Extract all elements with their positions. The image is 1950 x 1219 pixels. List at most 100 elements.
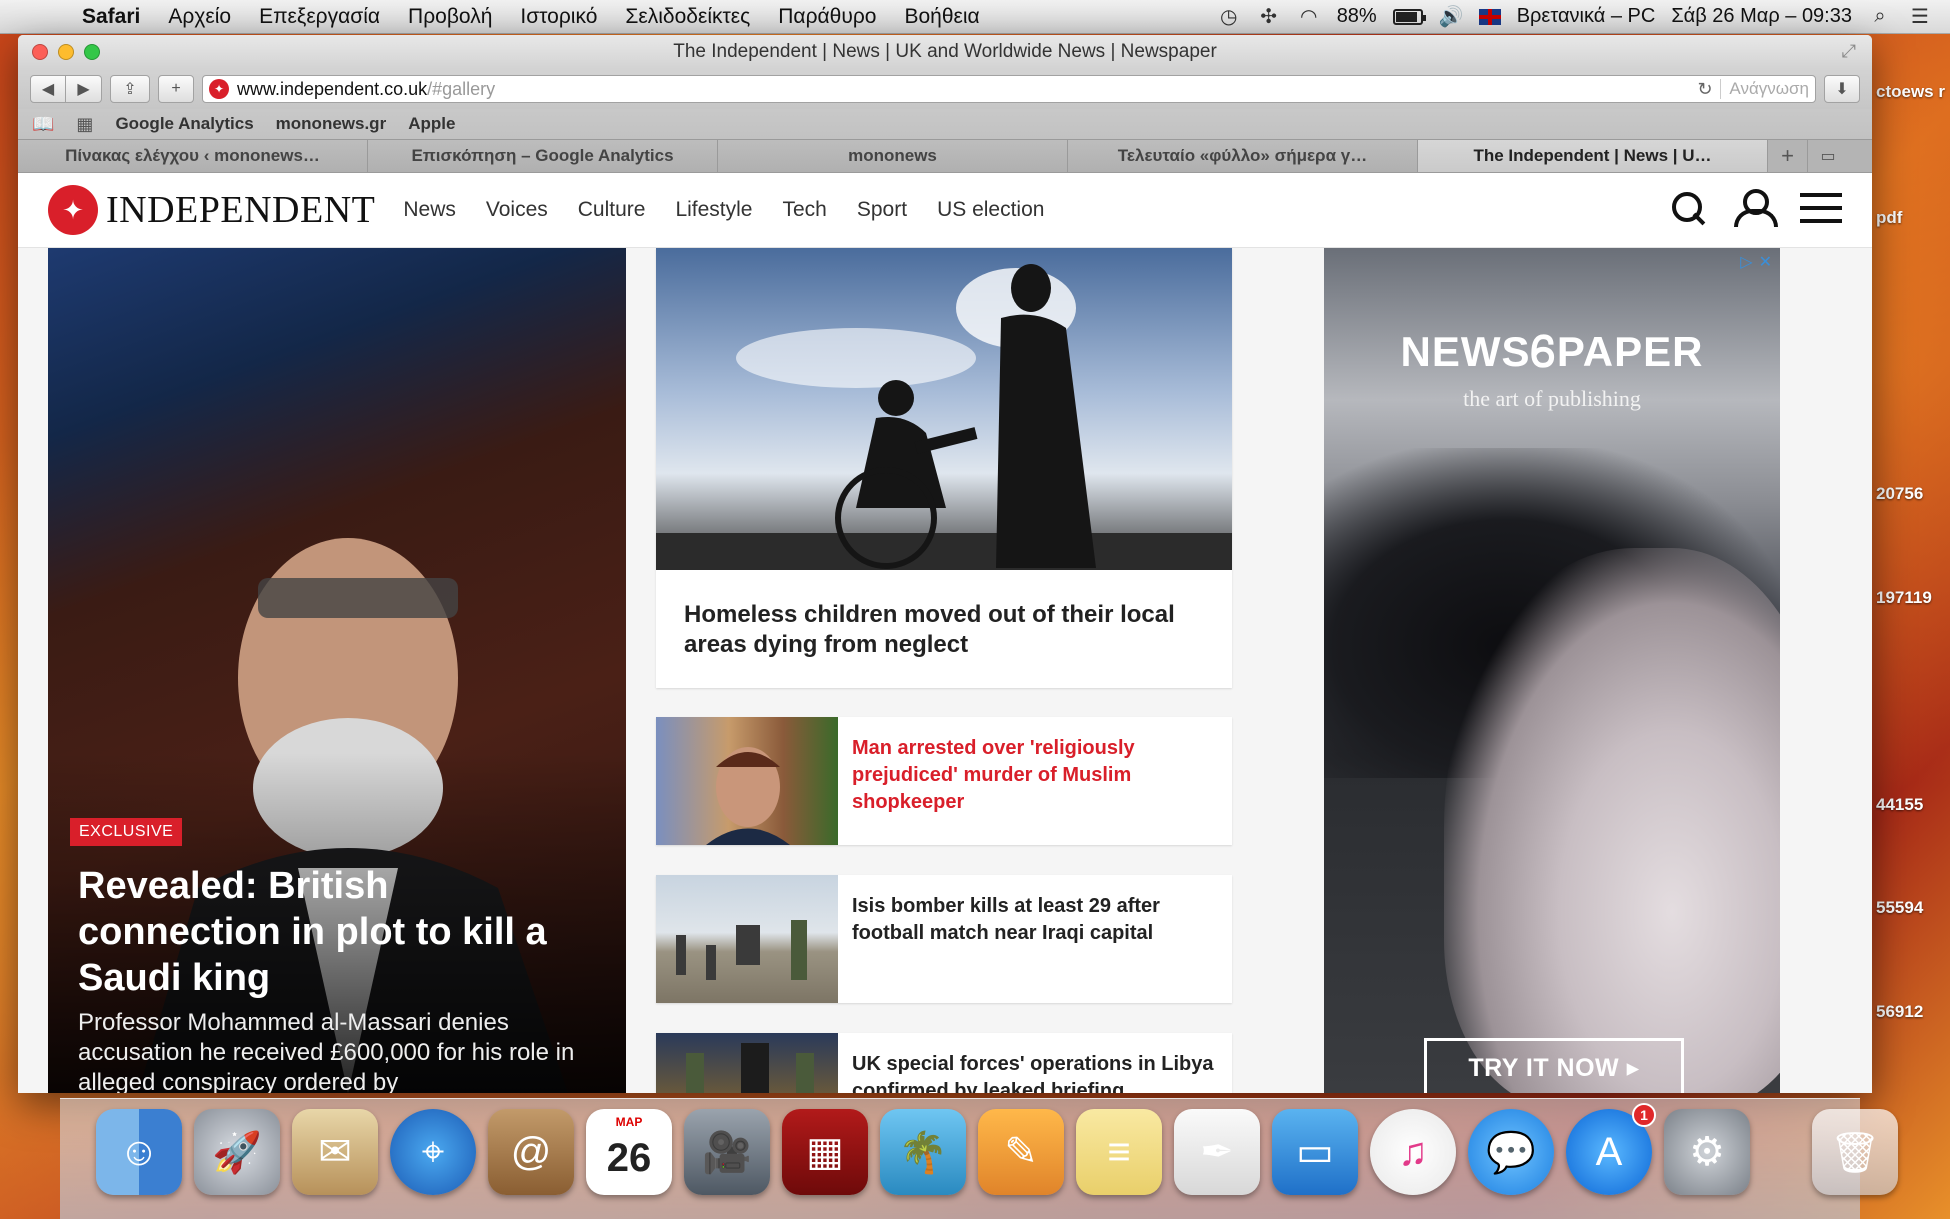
story-card-isis-bomber[interactable]: Isis bomber kills at least 29 after foot…: [656, 875, 1232, 1003]
story-card-homeless[interactable]: Homeless children moved out of their loc…: [656, 248, 1232, 688]
menu-view[interactable]: Προβολή: [408, 5, 492, 29]
battery-percent[interactable]: 88%: [1337, 5, 1377, 28]
nav-tech[interactable]: Tech: [783, 198, 827, 222]
desktop-file-label[interactable]: 56912: [1876, 1002, 1923, 1022]
spotlight-search-icon[interactable]: ⌕: [1868, 5, 1892, 28]
notification-center-icon[interactable]: ☰: [1908, 4, 1932, 29]
safari-icon[interactable]: ⌖: [390, 1109, 476, 1195]
iphoto-icon[interactable]: 🌴: [880, 1109, 966, 1195]
desktop-file-label[interactable]: ctoews r: [1876, 82, 1945, 102]
ad-brand-left: NEWS: [1400, 328, 1531, 375]
downloads-button[interactable]: ⬇: [1824, 75, 1860, 103]
menu-edit[interactable]: Επεξεργασία: [259, 5, 380, 29]
textedit-icon[interactable]: ✒: [1174, 1109, 1260, 1195]
tab-last-paper[interactable]: Τελευταίο «φύλλο» σήμερα γ…: [1068, 140, 1418, 172]
app-store-icon[interactable]: A 1: [1566, 1103, 1656, 1195]
story-headline[interactable]: Homeless children moved out of their loc…: [656, 570, 1232, 690]
time-machine-icon[interactable]: ◷: [1217, 4, 1241, 29]
nav-us-election[interactable]: US election: [937, 198, 1044, 222]
story-headline[interactable]: UK special forces' operations in Libya c…: [838, 1033, 1232, 1093]
tab-independent[interactable]: The Independent | News | U…: [1418, 140, 1768, 172]
ad-cta-button[interactable]: TRY IT NOW ▸: [1424, 1038, 1684, 1093]
ad-close-icon[interactable]: ✕: [1759, 252, 1772, 272]
lead-headline[interactable]: Revealed: British connection in plot to …: [78, 863, 598, 1001]
tab-google-analytics[interactable]: Επισκόπηση – Google Analytics: [368, 140, 718, 172]
menu-history[interactable]: Ιστορικό: [520, 5, 597, 29]
menu-help[interactable]: Βοήθεια: [904, 5, 979, 29]
system-preferences-icon[interactable]: ⚙: [1664, 1109, 1750, 1195]
desktop-file-label[interactable]: 20756: [1876, 484, 1923, 504]
menu-file[interactable]: Αρχείο: [168, 5, 231, 29]
tab-mononews-dashboard[interactable]: Πίνακας ελέγχου ‹ mononews…: [18, 140, 368, 172]
forward-button[interactable]: ▶: [66, 75, 102, 103]
messages-icon[interactable]: 💬: [1468, 1109, 1554, 1195]
trash-icon[interactable]: 🗑: [1812, 1109, 1898, 1195]
desktop-file-label[interactable]: 55594: [1876, 898, 1923, 918]
reading-list-icon[interactable]: 📖: [32, 114, 54, 135]
nav-culture[interactable]: Culture: [578, 198, 646, 222]
site-nav: News Voices Culture Lifestyle Tech Sport…: [403, 198, 1044, 222]
notes-icon[interactable]: ≡: [1076, 1109, 1162, 1195]
itunes-icon[interactable]: ♫: [1370, 1109, 1456, 1195]
tab-bar: Πίνακας ελέγχου ‹ mononews… Επισκόπηση –…: [18, 139, 1872, 173]
pages-icon[interactable]: ✎: [978, 1109, 1064, 1195]
menu-app-name[interactable]: Safari: [82, 5, 140, 29]
bookmark-mononews[interactable]: mononews.gr: [276, 114, 387, 134]
finder-icon[interactable]: ☺: [96, 1109, 182, 1195]
story-headline[interactable]: Man arrested over 'religiously prejudice…: [838, 717, 1232, 845]
facetime-icon[interactable]: 🎥: [684, 1109, 770, 1195]
nav-sport[interactable]: Sport: [857, 198, 907, 222]
bookmark-google-analytics[interactable]: Google Analytics: [115, 114, 253, 134]
title-bar[interactable]: The Independent | News | UK and Worldwid…: [18, 35, 1872, 69]
photo-booth-icon[interactable]: ▦: [782, 1109, 868, 1195]
ad-choices: ▷ ✕: [1740, 252, 1772, 272]
site-logo[interactable]: ✦ INDEPENDENT: [48, 185, 375, 235]
desktop-file-label[interactable]: pdf: [1876, 208, 1902, 228]
calendar-day: 26: [606, 1135, 652, 1180]
wifi-icon[interactable]: ◠: [1297, 4, 1321, 29]
top-sites-icon[interactable]: ▦: [76, 114, 93, 135]
reader-button[interactable]: Ανάγνωση: [1720, 79, 1809, 99]
desktop-file-label[interactable]: 44155: [1876, 795, 1923, 815]
menu-window[interactable]: Παράθυρο: [778, 5, 876, 29]
url-host: www.independent.co.uk: [237, 78, 428, 99]
story-card-libya[interactable]: UK special forces' operations in Libya c…: [656, 1033, 1232, 1093]
bluetooth-icon[interactable]: ✣: [1257, 4, 1281, 29]
tab-overview-icon[interactable]: ▭: [1808, 140, 1848, 172]
keynote-icon[interactable]: ▭: [1272, 1109, 1358, 1195]
back-button[interactable]: ◀: [30, 75, 66, 103]
lead-story[interactable]: EXCLUSIVE Revealed: British connection i…: [48, 248, 626, 1093]
launchpad-icon[interactable]: 🚀: [194, 1109, 280, 1195]
calendar-icon[interactable]: MAP 26: [586, 1109, 672, 1195]
adchoices-icon[interactable]: ▷: [1740, 252, 1752, 272]
reload-icon[interactable]: ↻: [1697, 79, 1712, 100]
address-bar[interactable]: ✦ www.independent.co.uk /#gallery ↻ Ανάγ…: [202, 75, 1816, 103]
volume-icon[interactable]: 🔊: [1439, 4, 1464, 29]
nav-news[interactable]: News: [403, 198, 456, 222]
battery-icon[interactable]: [1392, 8, 1426, 25]
add-tab-icon[interactable]: +: [1768, 140, 1808, 172]
fullscreen-icon[interactable]: ⤢: [1842, 41, 1856, 62]
web-page: ✦ INDEPENDENT News Voices Culture Lifest…: [18, 173, 1872, 1093]
new-tab-button[interactable]: +: [158, 75, 194, 103]
search-icon[interactable]: [1672, 192, 1704, 224]
uk-flag-icon[interactable]: [1478, 8, 1501, 25]
story-card-shopkeeper[interactable]: Man arrested over 'religiously prejudice…: [656, 717, 1232, 845]
nav-lifestyle[interactable]: Lifestyle: [675, 198, 752, 222]
desktop-file-label[interactable]: 197119: [1876, 588, 1932, 608]
nav-voices[interactable]: Voices: [486, 198, 548, 222]
story-thumbnail: [656, 717, 838, 845]
mail-stamp-icon[interactable]: ✉: [292, 1109, 378, 1195]
advertisement[interactable]: ▷ ✕ NEWSᏮPAPER the art of publishing TRY…: [1324, 248, 1780, 1093]
contacts-icon[interactable]: @: [488, 1109, 574, 1195]
story-headline[interactable]: Isis bomber kills at least 29 after foot…: [838, 875, 1232, 1003]
input-source[interactable]: Βρετανικά – PC: [1517, 5, 1656, 28]
logo-text: INDEPENDENT: [106, 189, 376, 231]
tab-mononews[interactable]: mononews: [718, 140, 1068, 172]
account-icon[interactable]: [1734, 189, 1778, 227]
bookmark-apple[interactable]: Apple: [408, 114, 455, 134]
clock[interactable]: Σάβ 26 Μαρ – 09:33: [1671, 5, 1852, 28]
menu-bookmarks[interactable]: Σελιδοδείκτες: [625, 5, 750, 29]
share-button[interactable]: ⇪: [110, 75, 150, 103]
hamburger-menu-icon[interactable]: [1800, 193, 1842, 223]
